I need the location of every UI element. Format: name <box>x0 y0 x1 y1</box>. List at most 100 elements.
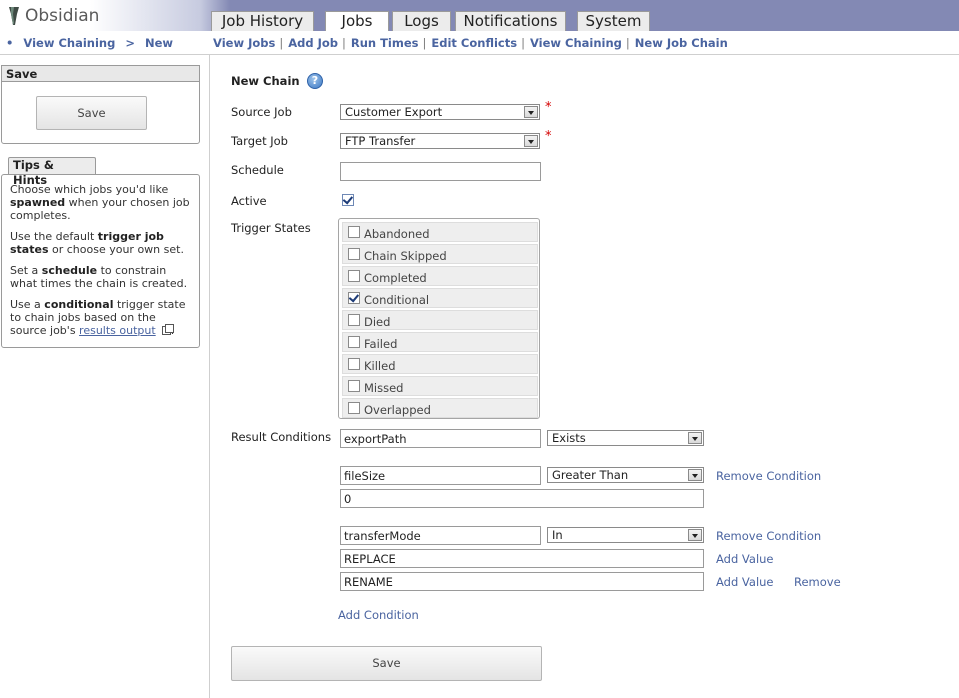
trigger-state-checkbox[interactable] <box>348 358 360 370</box>
trigger-state-overlapped[interactable]: Overlapped <box>342 398 538 418</box>
target-job-label: Target Job <box>231 134 288 148</box>
trigger-state-abandoned[interactable]: Abandoned <box>342 222 538 242</box>
trigger-state-died[interactable]: Died <box>342 310 538 330</box>
tip-text: Choose which jobs you'd like <box>10 183 169 196</box>
condition-3-value-2-input[interactable] <box>340 572 704 591</box>
tip-spawned: Choose which jobs you'd like spawned whe… <box>10 183 193 222</box>
sub-navigation: • View Chaining > New View Jobs | Add Job |… <box>0 31 959 55</box>
trigger-states-list: Abandoned Chain Skipped Completed Condit… <box>338 218 540 419</box>
condition-3-remove-value-link[interactable]: Remove <box>794 575 841 589</box>
link-view-chaining[interactable]: View Chaining <box>530 36 622 50</box>
trigger-state-checkbox[interactable] <box>348 248 360 260</box>
trigger-state-checkbox[interactable] <box>348 336 360 348</box>
target-job-select[interactable]: FTP Transfer <box>340 133 540 149</box>
condition-3-add-value-link[interactable]: Add Value <box>716 552 774 566</box>
add-condition-link[interactable]: Add Condition <box>338 608 419 622</box>
link-view-jobs[interactable]: View Jobs <box>213 36 275 50</box>
condition-3-add-value-link-2[interactable]: Add Value <box>716 575 774 589</box>
trigger-states-label: Trigger States <box>231 221 311 235</box>
sidebar-save-button[interactable]: Save <box>36 96 147 130</box>
trigger-state-killed[interactable]: Killed <box>342 354 538 374</box>
trigger-state-checkbox[interactable] <box>348 314 360 326</box>
result-conditions-label: Result Conditions <box>231 430 332 444</box>
trigger-state-label: Overlapped <box>364 403 431 417</box>
condition-3-value-1-input[interactable] <box>340 549 704 568</box>
tab-notifications[interactable]: Notifications <box>455 11 566 31</box>
save-panel: Save Save <box>1 65 200 144</box>
obsidian-logo-icon <box>9 7 19 25</box>
form-title: New Chain <box>231 74 300 88</box>
tab-system[interactable]: System <box>577 11 650 31</box>
popup-window-icon[interactable] <box>161 324 174 335</box>
help-icon[interactable]: ? <box>307 73 323 89</box>
tip-keyword: conditional <box>44 298 114 311</box>
condition-2-operator-value: Greater Than <box>552 468 629 482</box>
chevron-down-icon[interactable] <box>524 135 538 147</box>
trigger-state-label: Completed <box>364 271 427 285</box>
breadcrumb-bullet: • <box>6 36 14 50</box>
condition-1-operator-value: Exists <box>552 431 586 445</box>
trigger-state-label: Chain Skipped <box>364 249 447 263</box>
trigger-state-checkbox[interactable] <box>348 380 360 392</box>
condition-2-variable-input[interactable] <box>340 466 541 485</box>
trigger-state-chain-skipped[interactable]: Chain Skipped <box>342 244 538 264</box>
trigger-state-failed[interactable]: Failed <box>342 332 538 352</box>
condition-3-operator-select[interactable]: In <box>547 527 704 543</box>
active-checkbox[interactable] <box>342 194 354 206</box>
condition-2-operator-select[interactable]: Greater Than <box>547 467 704 483</box>
chevron-down-icon[interactable] <box>688 469 702 481</box>
subnav-separator: | <box>422 36 427 50</box>
tab-logs[interactable]: Logs <box>392 11 451 31</box>
breadcrumb: • View Chaining > New <box>6 36 173 50</box>
condition-1-variable-input[interactable] <box>340 429 541 448</box>
trigger-state-label: Died <box>364 315 391 329</box>
condition-2-value-input[interactable] <box>340 489 704 508</box>
app-name: Obsidian <box>25 6 100 26</box>
subnav-separator: | <box>625 36 630 50</box>
subnav-separator: | <box>521 36 525 50</box>
breadcrumb-separator: > <box>125 36 135 50</box>
breadcrumb-view-chaining[interactable]: View Chaining <box>23 36 115 50</box>
link-add-job[interactable]: Add Job <box>288 36 338 50</box>
chevron-down-icon[interactable] <box>688 529 702 541</box>
link-run-times[interactable]: Run Times <box>351 36 419 50</box>
trigger-state-checkbox[interactable] <box>348 226 360 238</box>
condition-2-remove-link[interactable]: Remove Condition <box>716 469 821 483</box>
condition-3-remove-link[interactable]: Remove Condition <box>716 529 821 543</box>
trigger-state-missed[interactable]: Missed <box>342 376 538 396</box>
tip-text: Use the default <box>10 230 98 243</box>
source-job-label: Source Job <box>231 105 292 119</box>
tab-job-history[interactable]: Job History <box>211 11 314 31</box>
trigger-state-checkbox[interactable] <box>348 402 360 414</box>
condition-1-operator-select[interactable]: Exists <box>547 430 704 446</box>
source-job-select[interactable]: Customer Export <box>340 104 540 120</box>
tips-panel-title: Tips & Hints <box>8 157 96 187</box>
required-marker: * <box>545 129 552 144</box>
link-edit-conflicts[interactable]: Edit Conflicts <box>431 36 517 50</box>
chevron-down-icon[interactable] <box>688 432 702 444</box>
tip-keyword: spawned <box>10 196 66 209</box>
sidebar-divider <box>209 55 210 698</box>
top-header: Obsidian Job History Jobs Logs Notificat… <box>0 0 959 32</box>
required-marker: * <box>545 100 552 115</box>
trigger-state-completed[interactable]: Completed <box>342 266 538 286</box>
condition-3-variable-input[interactable] <box>340 526 541 545</box>
trigger-state-conditional[interactable]: Conditional <box>342 288 538 308</box>
breadcrumb-current: New <box>145 36 174 50</box>
tab-jobs[interactable]: Jobs <box>325 11 389 32</box>
tip-trigger-states: Use the default trigger job states or ch… <box>10 230 193 256</box>
link-new-job-chain[interactable]: New Job Chain <box>635 36 728 50</box>
chevron-down-icon[interactable] <box>524 106 538 118</box>
tips-panel: Choose which jobs you'd like spawned whe… <box>1 174 200 348</box>
trigger-state-checkbox[interactable] <box>348 270 360 282</box>
schedule-input[interactable] <box>340 162 541 181</box>
trigger-state-label: Missed <box>364 381 404 395</box>
trigger-state-checkbox[interactable] <box>348 292 360 304</box>
tip-text: Use a <box>10 298 45 311</box>
condition-3-operator-value: In <box>552 528 563 542</box>
trigger-state-label: Abandoned <box>364 227 430 241</box>
trigger-state-label: Killed <box>364 359 396 373</box>
results-output-link[interactable]: results output <box>79 324 156 337</box>
app-logo[interactable]: Obsidian <box>8 4 99 28</box>
form-save-button[interactable]: Save <box>231 646 542 681</box>
